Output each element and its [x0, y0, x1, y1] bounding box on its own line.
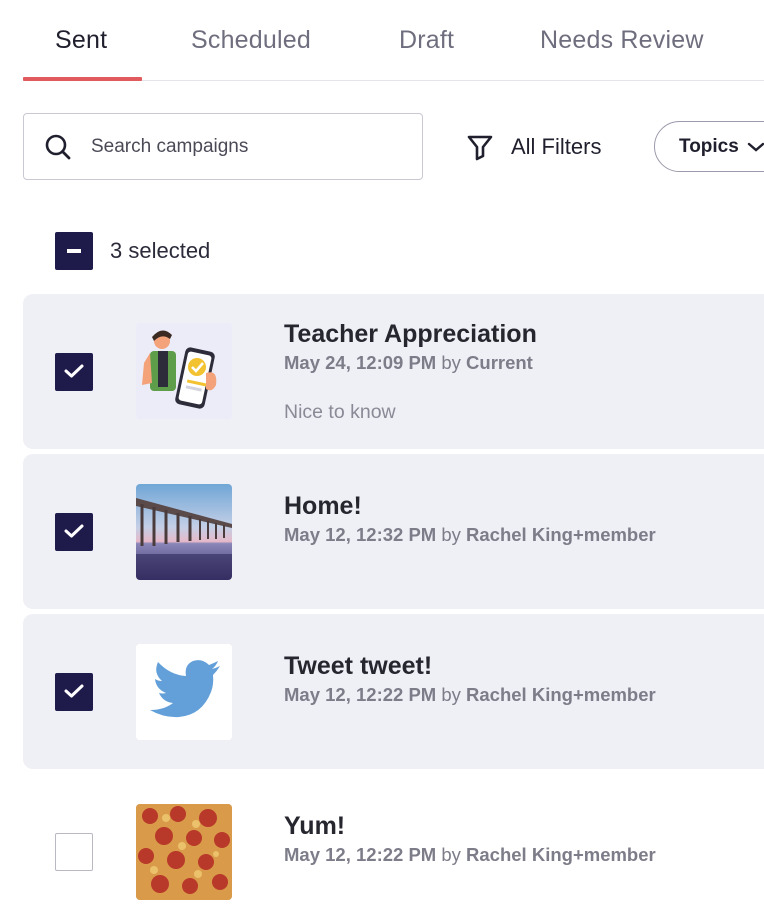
- campaign-thumbnail: [136, 804, 232, 900]
- checkmark-icon: [64, 364, 84, 378]
- indeterminate-dash-icon: [67, 249, 81, 253]
- pier-photo-icon: [136, 484, 232, 580]
- selected-count: 3 selected: [110, 238, 211, 263]
- tab-draft[interactable]: Draft: [399, 26, 454, 55]
- campaign-title[interactable]: Home!: [284, 492, 362, 521]
- twitter-bird-icon: [136, 644, 232, 740]
- campaign-author: Current: [466, 352, 533, 373]
- campaign-row[interactable]: Home! May 12, 12:32 PM by Rachel King+me…: [23, 454, 764, 609]
- by-label: by: [441, 684, 461, 705]
- campaign-thumbnail: [136, 323, 232, 419]
- row-checkbox[interactable]: [55, 673, 93, 711]
- campaign-thumbnail: [136, 644, 232, 740]
- campaign-date: May 24, 12:09 PM: [284, 352, 437, 373]
- chevron-down-icon: [747, 142, 764, 152]
- campaign-title[interactable]: Teacher Appreciation: [284, 320, 537, 349]
- active-tab-indicator: [23, 77, 142, 81]
- checkmark-icon: [64, 524, 84, 538]
- search-box: [23, 113, 423, 180]
- search-icon: [45, 134, 71, 160]
- by-label: by: [441, 352, 461, 373]
- by-label: by: [441, 524, 461, 545]
- campaign-meta: May 12, 12:22 PM by Rachel King+member: [284, 844, 656, 866]
- campaign-date: May 12, 12:22 PM: [284, 844, 437, 865]
- topics-label: Topics: [679, 135, 739, 157]
- campaign-title[interactable]: Tweet tweet!: [284, 652, 432, 681]
- by-label: by: [441, 844, 461, 865]
- campaign-meta: May 12, 12:22 PM by Rachel King+member: [284, 684, 656, 706]
- campaign-topic: Nice to know: [284, 401, 396, 423]
- campaign-meta: May 24, 12:09 PM by Current: [284, 352, 533, 374]
- row-checkbox[interactable]: [55, 353, 93, 391]
- all-filters-button[interactable]: All Filters: [466, 130, 601, 164]
- tab-sent[interactable]: Sent: [55, 26, 107, 55]
- select-all-checkbox[interactable]: [55, 232, 93, 270]
- filter-icon: [467, 135, 493, 161]
- campaign-title[interactable]: Yum!: [284, 812, 345, 841]
- campaign-author: Rachel King+member: [466, 524, 656, 545]
- campaign-date: May 12, 12:22 PM: [284, 684, 437, 705]
- campaign-date: May 12, 12:32 PM: [284, 524, 437, 545]
- person-phone-illustration-icon: [136, 323, 232, 419]
- all-filters-label: All Filters: [511, 134, 602, 159]
- topics-dropdown[interactable]: Topics: [654, 121, 764, 172]
- campaign-author: Rachel King+member: [466, 844, 656, 865]
- campaign-row[interactable]: Tweet tweet! May 12, 12:22 PM by Rachel …: [23, 614, 764, 769]
- tab-needs-review[interactable]: Needs Review: [540, 26, 704, 55]
- search-input[interactable]: [91, 114, 411, 179]
- campaign-tabs: Sent Scheduled Draft Needs Review: [23, 0, 764, 81]
- campaign-row[interactable]: Teacher Appreciation May 24, 12:09 PM by…: [23, 294, 764, 449]
- pizza-photo-icon: [136, 804, 232, 900]
- campaign-thumbnail: [136, 484, 232, 580]
- row-checkbox[interactable]: [55, 833, 93, 871]
- campaign-meta: May 12, 12:32 PM by Rachel King+member: [284, 524, 656, 546]
- row-checkbox[interactable]: [55, 513, 93, 551]
- checkmark-icon: [64, 684, 84, 698]
- campaign-row[interactable]: Yum! May 12, 12:22 PM by Rachel King+mem…: [23, 774, 764, 924]
- tab-scheduled[interactable]: Scheduled: [191, 26, 311, 55]
- campaign-author: Rachel King+member: [466, 684, 656, 705]
